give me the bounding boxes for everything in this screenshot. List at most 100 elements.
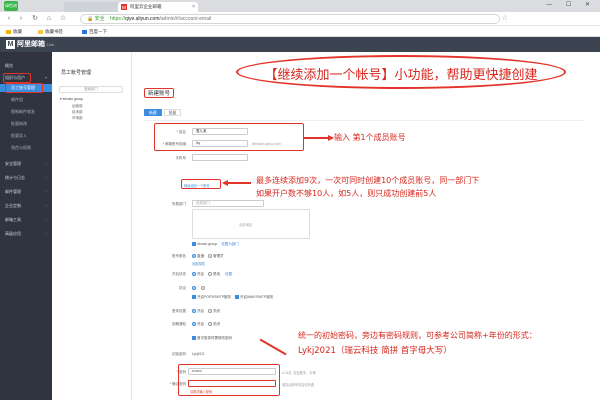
checkbox-label: 开启POP3/SMTP服务: [197, 295, 232, 300]
sidebar-item-custom[interactable]: 企业定制 ›: [0, 202, 52, 210]
annotation-note-1: 输入 第1个成员账号: [334, 133, 406, 142]
notify-radio-group: 开启 关闭: [192, 322, 220, 327]
browser-logo[interactable]: 绿色浏览器: [4, 1, 18, 18]
tab-aliyun-mail[interactable]: M 阿里云企业邮箱 ×: [118, 2, 198, 12]
lock-icon: 🔒: [87, 16, 94, 22]
bookmark-label: 收藏书签: [45, 29, 63, 34]
logo-mark: M: [6, 40, 15, 49]
chevron-right-icon: ›: [45, 217, 47, 222]
bottom-note: 保存后账号将自动开通: [282, 383, 314, 387]
set-permission-link[interactable]: 设置权限: [192, 261, 205, 266]
folder-icon: [38, 29, 43, 34]
home-icon[interactable]: ⌂: [44, 14, 54, 24]
sidebar-item-label: 安全管理: [5, 161, 21, 166]
department-chip: ebusin group: [197, 242, 218, 247]
radio-icon[interactable]: [200, 286, 205, 290]
radio-icon[interactable]: [207, 322, 212, 326]
tree-node[interactable]: 运营部: [72, 104, 83, 109]
role-label: 账号角色: [172, 254, 186, 258]
sidebar-item-advanced[interactable]: 高级应用 ›: [0, 230, 52, 238]
department-select[interactable]: 选择部门: [192, 200, 264, 207]
sidebar-item-restrict-mail[interactable]: 限制邮件收发: [0, 108, 52, 116]
star-icon[interactable]: ☆: [502, 14, 508, 22]
tab-new[interactable]: 新建: [144, 109, 162, 116]
protocol-radio-group: [192, 286, 206, 290]
page-title: 员工帐号管理: [61, 70, 92, 76]
notify-label: 到期通知: [172, 322, 186, 326]
bookmark-item[interactable]: 收藏书签: [38, 26, 63, 37]
protocol-label: 协议: [179, 286, 186, 290]
sidebar-item-label: 高级应用: [5, 231, 21, 236]
star-folder-icon: [6, 29, 11, 34]
set-department-link[interactable]: 设置为部门: [221, 242, 239, 246]
radio-label: 普通: [197, 254, 204, 259]
url-path: /admin/#/account-email: [159, 16, 212, 22]
divider: [144, 120, 584, 121]
forward-icon[interactable]: ›: [16, 14, 26, 24]
window-controls[interactable]: — ☐ ✕: [546, 1, 596, 8]
tree-node[interactable]: 技术部: [72, 110, 83, 115]
change-password-option: 首次登录时需修改密码: [192, 336, 232, 341]
tab-group: 新建 批量: [144, 109, 183, 117]
checkbox-icon[interactable]: [235, 295, 240, 299]
sidebar-item-mail-manage[interactable]: 邮件管理 ›: [0, 188, 52, 196]
reload-icon[interactable]: ↻: [30, 14, 40, 24]
login-radio-group: 开启 关闭: [192, 309, 220, 314]
sidebar-item-batch-edit[interactable]: 批量修改: [0, 120, 52, 128]
chevron-right-icon: ›: [45, 175, 47, 180]
department-chip-row: ebusin group 设置为部门: [192, 242, 239, 247]
radio-icon[interactable]: [192, 272, 196, 276]
radio-label: 关闭: [212, 309, 220, 314]
checkbox-icon[interactable]: [192, 336, 196, 340]
chevron-down-icon: ▾: [44, 75, 47, 80]
tree-node[interactable]: 市场部: [72, 116, 83, 121]
radio-icon[interactable]: [207, 254, 212, 258]
annotation-note-3-line-1: 统一的初始密码，旁边有密码规则，可参考公司简称+年份的形式：: [298, 331, 537, 340]
app-logo[interactable]: M 阿里邮箱 Link: [6, 40, 54, 49]
checkbox-icon[interactable]: [192, 295, 196, 299]
role-radio-group: 普通 管理员: [192, 254, 223, 259]
enable-label: 开启状态: [172, 272, 186, 276]
bookmark-label: 收藏: [13, 29, 22, 34]
radio-icon[interactable]: [207, 272, 212, 276]
phone-input[interactable]: [192, 154, 248, 161]
checkbox-icon[interactable]: [192, 242, 196, 246]
highlight-box: [154, 123, 304, 151]
app-header: M 阿里邮箱 Link: [0, 37, 600, 52]
url-input[interactable]: 🔒 安全 https://qiye.aliyun.com/admin/#/acc…: [80, 14, 500, 24]
radio-icon[interactable]: [192, 309, 196, 313]
sidebar-item-security[interactable]: 安全管理 ›: [0, 160, 52, 168]
sidebar-item-tools[interactable]: 邮箱工具 ›: [0, 216, 52, 224]
logo-text: 阿里邮箱: [17, 41, 45, 48]
tree-root[interactable]: ▾ ebusin group: [60, 97, 83, 101]
chevron-right-icon: ›: [45, 161, 47, 166]
department-search-input[interactable]: 搜索部门: [59, 86, 123, 93]
radio-icon[interactable]: [192, 322, 196, 326]
browser-tabbar: 绿色浏览器 M 阿里云企业邮箱 × — ☐ ✕: [0, 0, 600, 18]
bookmark-toggle-icon[interactable]: ☆: [58, 14, 68, 24]
department-list-box: 点击添加: [192, 209, 310, 239]
sidebar-item-stats[interactable]: 统计与日志 ›: [0, 174, 52, 182]
sidebar-item-label: 企业定制: [5, 203, 21, 208]
radio-icon[interactable]: [207, 309, 212, 313]
bookmark-label: 百度一下: [89, 29, 107, 34]
department-tree-panel: 员工帐号管理 搜索部门 ▾ ebusin group 运营部 技术部 市场部: [52, 52, 132, 400]
url-host: qiye.aliyun.com: [125, 16, 160, 22]
bookmark-item[interactable]: 收藏: [6, 26, 22, 37]
annotation-note-2-line-2: 如果开户数不够10人，如5人，则只成功创建前5人: [256, 189, 437, 198]
sidebar-item-overview[interactable]: 概览: [0, 62, 52, 70]
radio-icon[interactable]: [192, 254, 196, 258]
close-icon[interactable]: ×: [192, 2, 195, 12]
sidebar-item-mail-groups[interactable]: 邮件组: [0, 96, 52, 104]
bookmark-item[interactable]: 百度一下: [82, 26, 107, 37]
sidebar-item-roles[interactable]: 角色与权限: [0, 144, 52, 152]
sidebar-item-batch-import[interactable]: 批量导入: [0, 132, 52, 140]
address-bar: ‹ › ↻ ⌂ ☆ 🔒 安全 https://qiye.aliyun.com/a…: [0, 12, 600, 26]
highlight-box: [178, 364, 280, 396]
enable-settings-link[interactable]: 设置: [225, 272, 232, 276]
tab-batch[interactable]: 批量: [163, 109, 182, 116]
department-box-hint: 点击添加: [239, 223, 252, 227]
radio-icon[interactable]: [192, 286, 196, 290]
back-icon[interactable]: ‹: [4, 14, 14, 24]
enable-radio-group: 开启 禁用 设置: [192, 272, 232, 277]
